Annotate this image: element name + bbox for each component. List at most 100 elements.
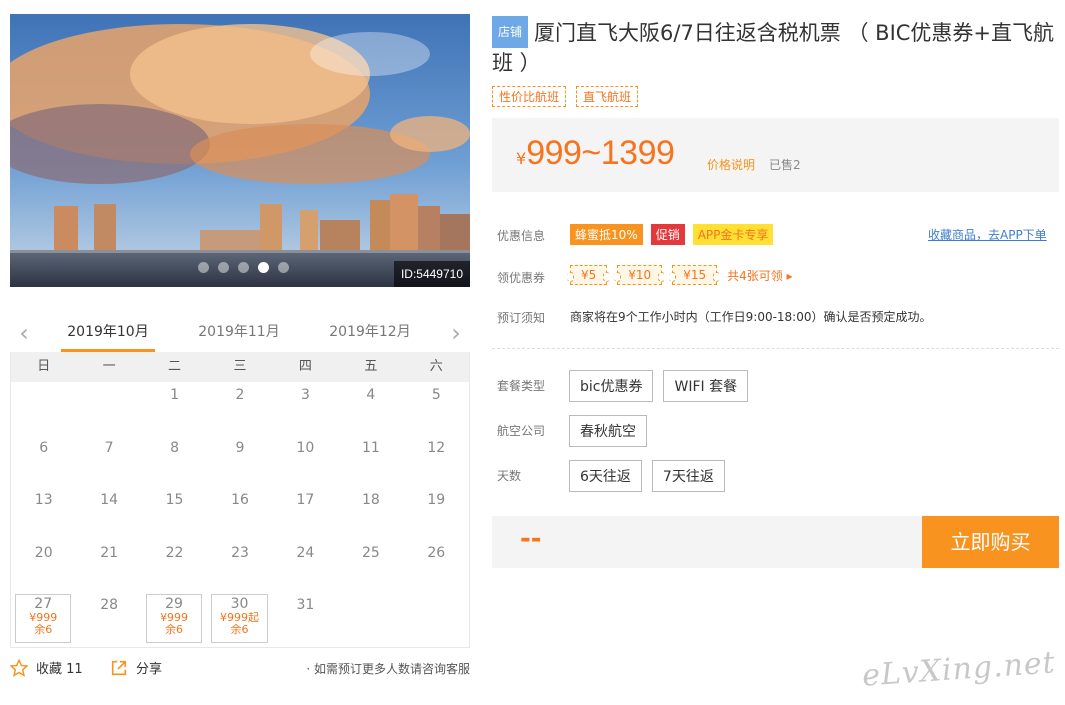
airline-options: 春秋航空 [569, 415, 647, 447]
favorite-button[interactable]: 收藏 11 [10, 658, 83, 677]
promo-label: 优惠信息 [497, 229, 546, 243]
tab-month-dec[interactable]: 2019年12月 [323, 318, 417, 352]
product-hero-image[interactable]: ID:5449710 [10, 14, 470, 287]
calendar-day[interactable]: 5 [404, 382, 469, 435]
carousel-dot[interactable] [238, 262, 249, 273]
feature-tag: 直飞航班 [576, 86, 639, 107]
calendar-day[interactable]: 19 [404, 487, 469, 540]
option-7-days[interactable]: 7天往返 [651, 460, 725, 492]
prev-month-arrow-icon[interactable]: ‹ [14, 320, 34, 346]
tab-month-oct[interactable]: 2019年10月 [61, 318, 155, 352]
day-number: 14 [100, 492, 119, 508]
weekday-label: 三 [233, 359, 247, 374]
calendar-day[interactable]: 12 [404, 435, 469, 488]
calendar-day[interactable]: 8 [142, 435, 207, 488]
option-6-days[interactable]: 6天往返 [569, 460, 642, 492]
calendar-day[interactable]: 14 [76, 487, 141, 540]
package-type-label: 套餐类型 [497, 379, 546, 393]
calendar-day[interactable]: 18 [338, 487, 403, 540]
price-explanation-link[interactable]: 价格说明 [707, 156, 755, 173]
calendar-day[interactable]: 29 ¥999 余6 [145, 594, 203, 643]
carousel-dot[interactable] [198, 262, 209, 273]
favorite-app-link[interactable]: 收藏商品，去APP下单 [928, 226, 1047, 243]
option-wifi-package[interactable]: WIFI 套餐 [663, 370, 749, 402]
calendar-day[interactable]: 6 [11, 435, 76, 488]
calendar-day[interactable]: 17 [273, 487, 338, 540]
weekday-label: 四 [298, 359, 312, 374]
calendar-day[interactable]: 23 [207, 540, 272, 593]
calendar-day[interactable]: 10 [273, 435, 338, 488]
carousel-dot-active[interactable] [258, 262, 269, 273]
days-options: 6天往返 7天往返 [569, 460, 725, 492]
day-number: 30 [230, 596, 249, 612]
day-number: 12 [427, 439, 446, 456]
day-number: 2 [235, 387, 245, 403]
calendar-day[interactable]: 9 [207, 435, 272, 488]
price-box: ¥999~1399 价格说明 已售2 [492, 118, 1059, 192]
calendar-day[interactable]: 20 [11, 540, 76, 593]
share-icon [111, 660, 127, 675]
product-tags: 性价比航班 直飞航班 [492, 86, 639, 107]
carousel-dots [198, 262, 289, 273]
day-number: 15 [165, 492, 184, 508]
promo-chip-sale: 促销 [650, 224, 685, 245]
day-number: 17 [296, 492, 315, 508]
carousel-dot[interactable] [218, 262, 229, 273]
weekday-label: 一 [102, 359, 116, 374]
star-icon [10, 658, 28, 677]
day-number: 29 [165, 596, 183, 612]
calendar-day[interactable]: 27 ¥999 余6 [15, 594, 72, 643]
calendar-day[interactable]: 26 [404, 540, 469, 593]
shop-tag-badge: 店铺 [492, 16, 529, 48]
airline-label: 航空公司 [497, 424, 546, 438]
coupon-list: ¥5 ¥10 ¥15 共4张可领 ▸ [566, 265, 793, 285]
next-month-arrow-icon[interactable]: › [446, 320, 466, 346]
price-range: ¥999~1399 [516, 134, 675, 173]
day-number: 8 [170, 439, 180, 456]
coupon-10[interactable]: ¥10 [614, 265, 666, 285]
share-button[interactable]: 分享 [110, 658, 162, 677]
calendar-day[interactable]: 11 [338, 435, 403, 488]
coupon-15[interactable]: ¥15 [669, 265, 720, 285]
purchase-bar: -- 立即购买 [492, 516, 1059, 568]
coupon-label: 领优惠券 [497, 271, 546, 285]
favorite-label: 收藏 11 [36, 662, 83, 677]
calendar-day[interactable]: 7 [76, 435, 141, 488]
option-spring-airlines[interactable]: 春秋航空 [569, 415, 647, 447]
day-number: 1 [170, 387, 180, 403]
day-remaining: 余6 [165, 623, 184, 636]
day-number: 22 [165, 544, 184, 561]
coupon-5[interactable]: ¥5 [566, 265, 611, 285]
calendar-day[interactable]: 16 [207, 487, 272, 540]
site-watermark: eLvXing.net [861, 645, 1057, 694]
day-remaining: 余6 [230, 623, 249, 636]
carousel-dot[interactable] [278, 262, 289, 273]
calendar-day[interactable]: 25 [338, 540, 403, 593]
calendar-day[interactable]: 21 [76, 540, 141, 593]
option-bic-coupon[interactable]: bic优惠券 [569, 370, 654, 402]
calendar-day[interactable]: 2 [207, 382, 272, 435]
product-title-block: 店铺 厦门直飞大阪6/7日往返含税机票 （ BIC优惠券+直飞航班 ） [492, 16, 1058, 78]
day-number: 13 [34, 492, 53, 508]
more-coupons-link[interactable]: 共4张可领 ▸ [727, 267, 792, 284]
weekday-label: 二 [168, 359, 182, 374]
calendar-day[interactable]: 15 [142, 487, 207, 540]
calendar-day[interactable]: 13 [11, 487, 76, 540]
calendar-day[interactable]: 3 [273, 382, 338, 435]
calendar-day[interactable]: 28 [76, 592, 141, 645]
calendar-day[interactable]: 1 [142, 382, 207, 435]
month-tabs: ‹ 2019年10月 2019年11月 2019年12月 › [10, 318, 470, 352]
tab-month-nov[interactable]: 2019年11月 [192, 318, 286, 352]
calendar-day[interactable]: 4 [338, 382, 403, 435]
package-options: bic优惠券 WIFI 套餐 [569, 370, 749, 402]
buy-now-button[interactable]: 立即购买 [922, 516, 1059, 568]
day-number: 10 [296, 439, 315, 456]
calendar-day[interactable]: 30 ¥999起 余6 [211, 594, 268, 643]
calendar-grid: 1 2 3 4 5 6 7 8 9 10 11 12 13 14 15 16 17 18 19 20 21 22 23 24 2… [11, 382, 469, 645]
weekday-header: 日 一 二 三 四 五 六 [11, 352, 469, 382]
day-number: 6 [39, 439, 49, 456]
calendar-day[interactable]: 31 [273, 592, 338, 645]
calendar-day[interactable]: 22 [142, 540, 207, 593]
calendar-day[interactable]: 24 [273, 540, 338, 593]
calendar-empty-cell [11, 382, 76, 435]
